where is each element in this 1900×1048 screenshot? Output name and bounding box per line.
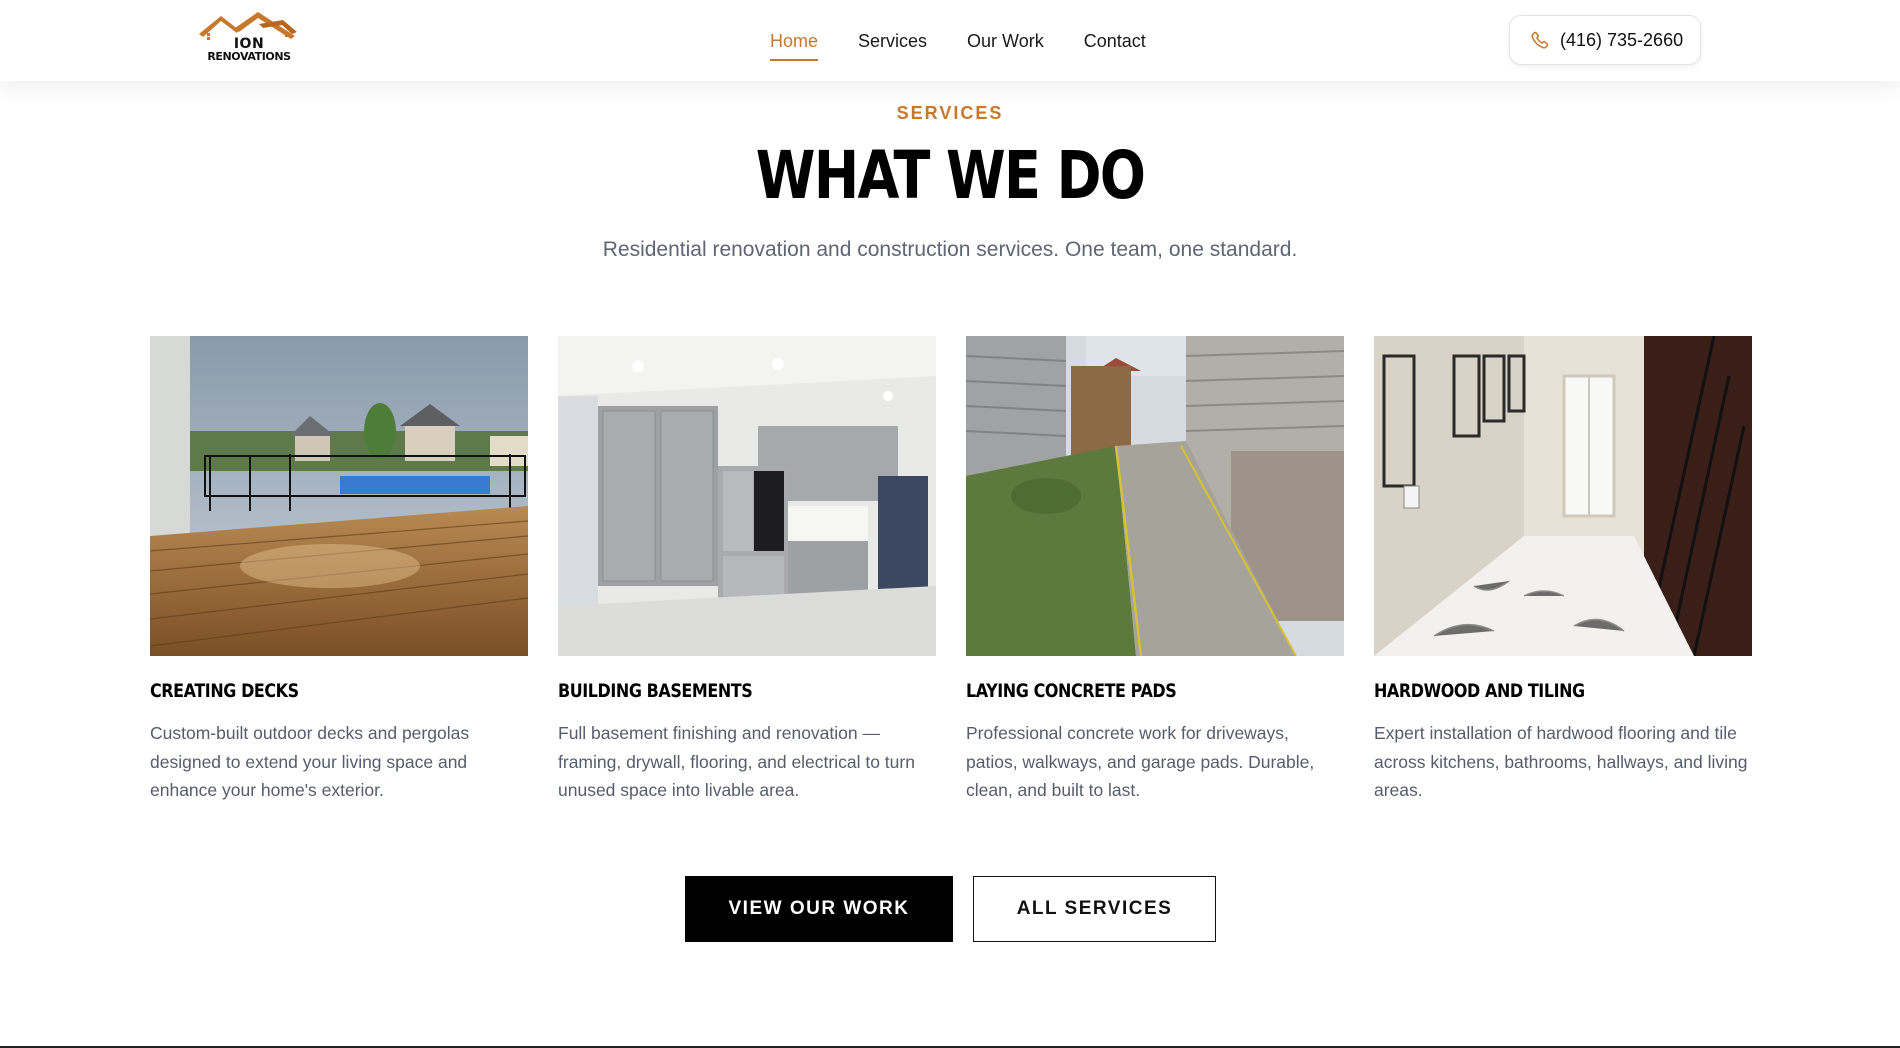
phone-button[interactable]: (416) 735-2660 bbox=[1509, 15, 1701, 65]
nav-item-services[interactable]: Services bbox=[858, 30, 927, 52]
service-description: Professional concrete work for driveways… bbox=[966, 723, 1315, 800]
nav-item-home[interactable]: Home bbox=[770, 30, 819, 61]
service-card-basements[interactable]: Building Basements Full basement finishi… bbox=[558, 336, 936, 805]
service-card-decks[interactable]: Creating Decks Custom-built outdoor deck… bbox=[150, 336, 528, 805]
phone-number: (416) 735-2660 bbox=[1560, 29, 1684, 50]
service-description: Custom-built outdoor decks and pergolas … bbox=[150, 723, 470, 800]
logo[interactable]: ION RENOVATIONS bbox=[199, 12, 299, 68]
section-eyebrow: SERVICES bbox=[896, 103, 1004, 123]
section-subtitle: Residential renovation and construction … bbox=[602, 238, 1298, 261]
concrete-walkway-photo bbox=[966, 336, 1344, 656]
services-grid: Creating Decks Custom-built outdoor deck… bbox=[150, 336, 1752, 806]
view-our-work-button[interactable]: VIEW OUR WORK bbox=[685, 876, 953, 942]
phone-icon bbox=[1531, 31, 1549, 49]
logo-text-renovations: RENOVATIONS bbox=[207, 50, 291, 63]
logo-text-ion: ION bbox=[233, 36, 265, 52]
tiled-hallway-photo bbox=[1374, 336, 1752, 656]
service-title: Building Basements bbox=[558, 680, 753, 702]
service-title: Hardwood and Tiling bbox=[1374, 680, 1585, 702]
nav-item-contact[interactable]: Contact bbox=[1084, 30, 1146, 52]
service-card-hardwood-tiling[interactable]: Hardwood and Tiling Expert installation … bbox=[1374, 336, 1752, 805]
section-title: WHAT WE DO bbox=[755, 137, 1146, 214]
basement-kitchen-photo bbox=[558, 336, 936, 656]
all-services-button[interactable]: ALL SERVICES bbox=[973, 876, 1216, 942]
main-nav: Home Services Our Work Contact bbox=[770, 30, 1146, 61]
service-card-concrete[interactable]: Laying Concrete Pads Professional concre… bbox=[966, 336, 1344, 805]
nav-item-our-work[interactable]: Our Work bbox=[967, 30, 1044, 52]
service-description: Expert installation of hardwood flooring… bbox=[1374, 723, 1748, 800]
service-description: Full basement finishing and renovation —… bbox=[558, 723, 915, 800]
site-header: ION RENOVATIONS Home Services Our Work C… bbox=[0, 0, 1900, 81]
service-title: Creating Decks bbox=[150, 680, 299, 702]
service-title: Laying Concrete Pads bbox=[966, 680, 1177, 702]
deck-photo bbox=[150, 336, 528, 656]
